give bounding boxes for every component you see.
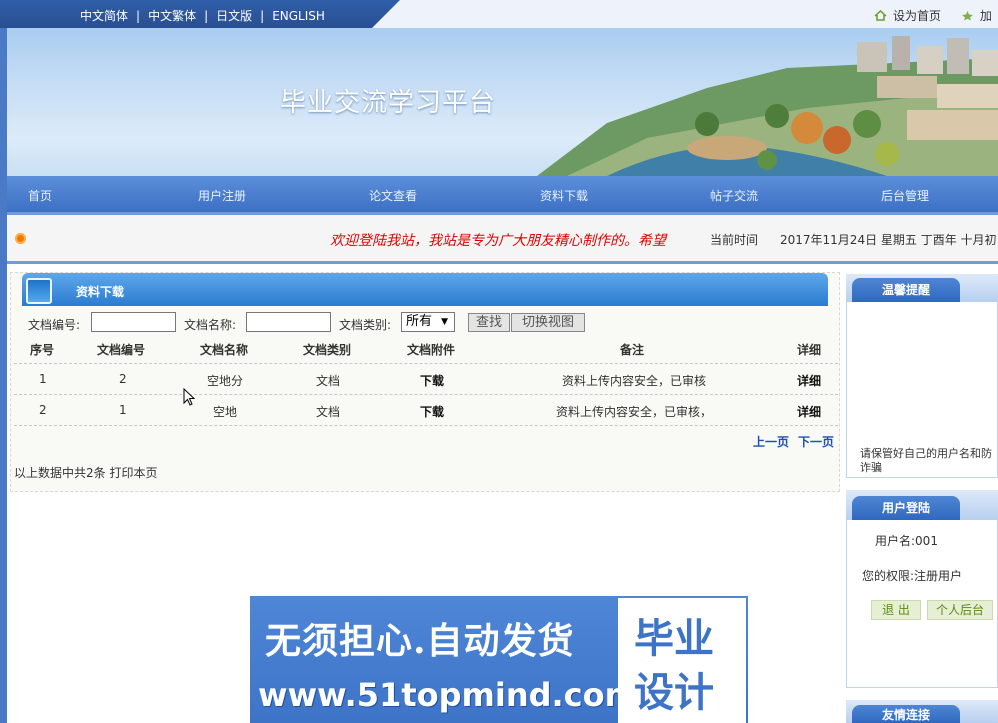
col-doc-type: 文档类别 bbox=[303, 343, 352, 357]
top-links: 设为首页 加 bbox=[874, 7, 992, 24]
summary-text: 以上数据中共2条 打印本页 bbox=[14, 466, 158, 480]
chevron-down-icon: ▼ bbox=[441, 317, 448, 327]
cell-remark: 资料上传内容安全，已审核， bbox=[556, 405, 713, 419]
doc-type-value: 所有 bbox=[406, 314, 433, 329]
cell-doc-type: 文档 bbox=[316, 374, 341, 388]
cell-index: 2 bbox=[39, 403, 47, 417]
add-favorite-link[interactable]: 加 bbox=[980, 9, 992, 23]
logout-button[interactable]: 退 出 bbox=[871, 600, 921, 620]
col-remark: 备注 bbox=[620, 343, 645, 357]
row-divider bbox=[14, 363, 838, 364]
switch-view-button[interactable]: 切换视图 bbox=[511, 313, 585, 332]
panel-title: 资料下载 bbox=[76, 285, 125, 299]
home-icon bbox=[874, 10, 887, 21]
doc-type-select[interactable]: 所有 ▼ bbox=[401, 312, 455, 332]
lang-traditional-link[interactable]: 中文繁体 bbox=[148, 9, 196, 23]
lang-english-link[interactable]: ENGLISH bbox=[272, 9, 325, 23]
lang-simplified-link[interactable]: 中文简体 bbox=[80, 9, 128, 23]
col-doc-name: 文档名称 bbox=[200, 343, 249, 357]
language-switcher: 中文简体 | 中文繁体 | 日文版 | ENGLISH bbox=[80, 9, 325, 23]
time-label: 当前时间 bbox=[710, 233, 759, 247]
nav-downloads[interactable]: 资料下载 bbox=[540, 187, 588, 204]
cell-index: 1 bbox=[39, 372, 47, 386]
next-page-link[interactable]: 下一页 bbox=[798, 433, 834, 450]
nav-admin[interactable]: 后台管理 bbox=[881, 187, 929, 204]
monitor-icon bbox=[26, 278, 52, 304]
set-home-link[interactable]: 设为首页 bbox=[893, 9, 941, 23]
detail-link[interactable]: 详细 bbox=[797, 403, 821, 420]
row-divider bbox=[14, 425, 838, 426]
panel-header bbox=[22, 273, 828, 306]
col-detail: 详细 bbox=[797, 343, 822, 357]
favorite-icon bbox=[961, 11, 973, 21]
doc-name-label: 文档名称: bbox=[184, 318, 237, 332]
mouse-cursor-icon bbox=[183, 388, 196, 406]
nav-forum[interactable]: 帖子交流 bbox=[710, 187, 758, 204]
cell-doc-name: 空地分 bbox=[207, 374, 244, 388]
cell-doc-no: 1 bbox=[119, 403, 127, 417]
tips-title: 温馨提醒 bbox=[852, 278, 960, 302]
left-edge bbox=[0, 28, 7, 723]
current-time: 2017年11月24日 星期五 丁酉年 十月初 bbox=[780, 233, 997, 247]
search-button[interactable]: 查找 bbox=[468, 313, 510, 332]
ad-url: www.51topmind.com bbox=[258, 676, 638, 714]
col-attachment: 文档附件 bbox=[407, 343, 456, 357]
role-text: 您的权限:注册用户 bbox=[862, 569, 963, 583]
row-divider bbox=[14, 394, 838, 395]
username-text: 用户名:001 bbox=[875, 534, 938, 548]
login-title: 用户登陆 bbox=[852, 496, 960, 520]
doc-type-label: 文档类别: bbox=[339, 318, 392, 332]
download-link[interactable]: 下载 bbox=[420, 403, 444, 420]
cell-doc-type: 文档 bbox=[316, 405, 341, 419]
main-nav: 首页 用户注册 论文查看 资料下载 帖子交流 后台管理 bbox=[7, 176, 998, 212]
download-link[interactable]: 下载 bbox=[420, 372, 444, 389]
banner-cityscape-image bbox=[537, 36, 998, 176]
nav-register[interactable]: 用户注册 bbox=[198, 187, 246, 204]
welcome-marquee: 欢迎登陆我站，我站是专为广大朋友精心制作的。希望 bbox=[330, 233, 666, 249]
cell-doc-no: 2 bbox=[119, 372, 127, 386]
cell-remark: 资料上传内容安全，已审核 bbox=[562, 374, 707, 388]
site-title: 毕业交流学习平台 bbox=[280, 88, 497, 118]
nav-papers[interactable]: 论文查看 bbox=[369, 187, 417, 204]
lang-japanese-link[interactable]: 日文版 bbox=[216, 9, 252, 23]
doc-no-input[interactable] bbox=[91, 312, 176, 332]
detail-link[interactable]: 详细 bbox=[797, 372, 821, 389]
col-doc-no: 文档编号 bbox=[97, 343, 146, 357]
doc-name-input[interactable] bbox=[246, 312, 331, 332]
ad-logo-line2: 设计 bbox=[634, 669, 714, 716]
ad-logo-line1: 毕业 bbox=[634, 615, 714, 662]
ad-headline: 无须担心.自动发货 bbox=[265, 620, 575, 662]
tips-note: 请保管好自己的用户名和防诈骗 bbox=[860, 447, 992, 474]
prev-page-link[interactable]: 上一页 bbox=[753, 433, 789, 450]
nav-home[interactable]: 首页 bbox=[28, 187, 52, 204]
cell-doc-name: 空地 bbox=[213, 405, 238, 419]
bullet-icon bbox=[15, 233, 26, 244]
col-index: 序号 bbox=[30, 343, 55, 357]
doc-no-label: 文档编号: bbox=[28, 318, 81, 332]
personal-center-button[interactable]: 个人后台 bbox=[927, 600, 993, 620]
links-title: 友情连接 bbox=[852, 705, 960, 723]
banner bbox=[7, 28, 998, 176]
